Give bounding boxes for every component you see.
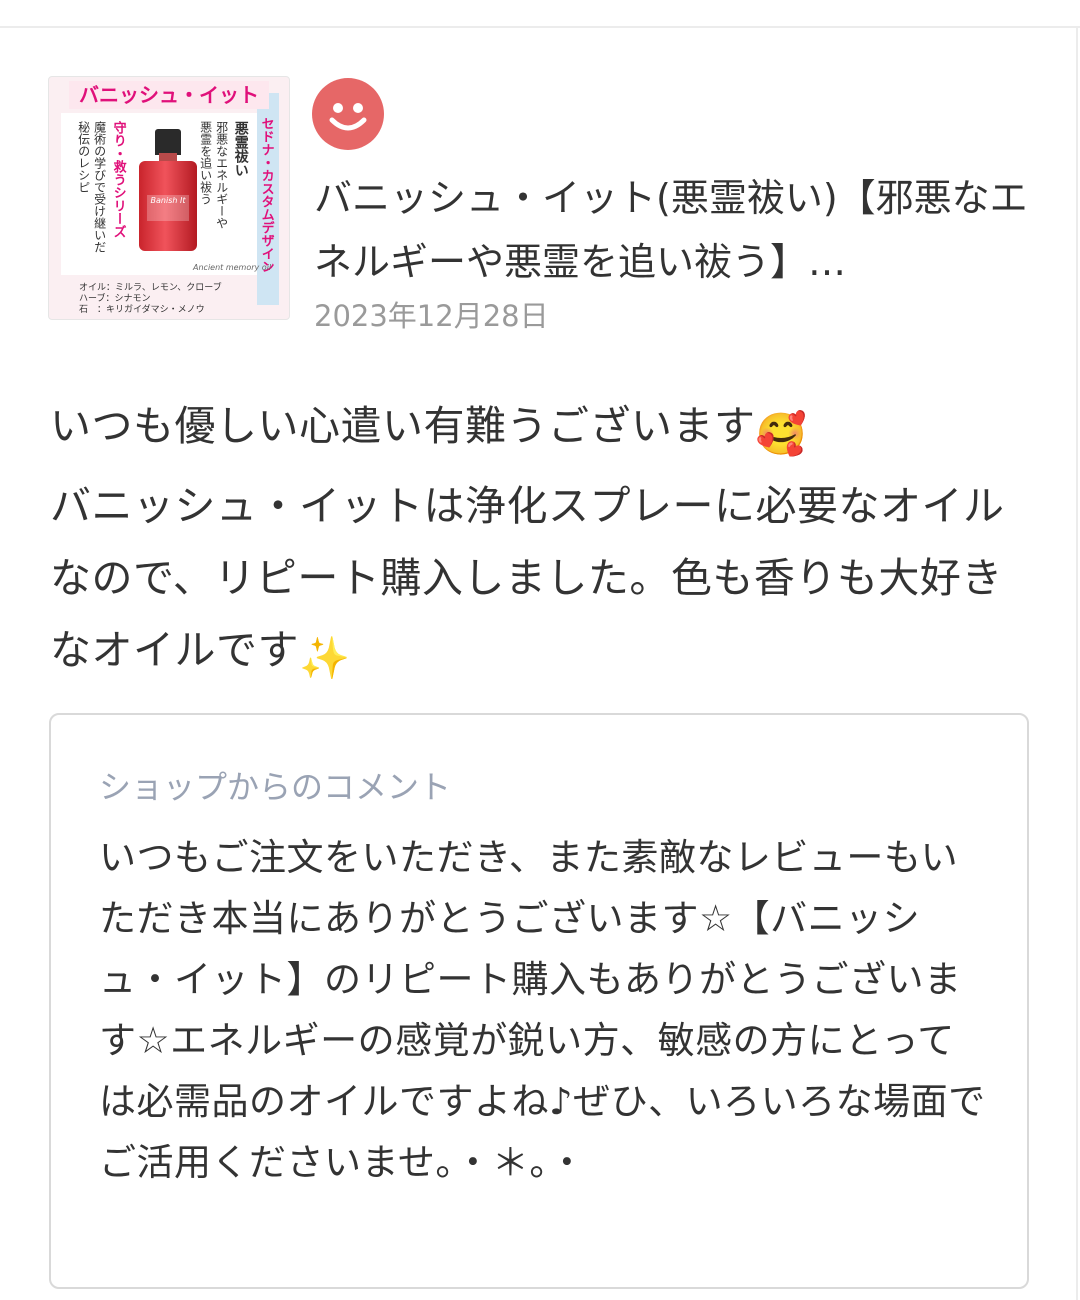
shop-comment-text: いつもご注文をいただき、また素敵なレビューもいただき本当にありがとうございます☆…: [99, 836, 986, 1184]
thumbnail-desc-line4: 秘伝のレシピ: [76, 121, 91, 193]
review-text-body: バニッシュ・イットは浄化スプレーに必要なオイルなので、リピート購入しました。色も…: [50, 482, 1005, 674]
thumbnail-ingredients: オイル：ミルラ、レモン、クローブ ハーブ：シナモン 石 ：キリガイダマシ・メノウ: [79, 283, 222, 316]
thumbnail-design-label: セドナ・カスタムデザイン: [258, 117, 274, 273]
reviewer-avatar: [312, 78, 384, 150]
thumbnail-series: 守り・救うシリーズ: [110, 121, 126, 238]
review-text: いつも優しい心遣い有難うございます🥰 バニッシュ・イットは浄化スプレーに必要なオイ…: [50, 390, 1040, 694]
thumbnail-banner: バニッシュ・イット: [69, 81, 269, 109]
review-text-line1: いつも優しい心遣い有難うございます: [50, 402, 756, 450]
thumbnail-desc-line1: 邪悪なエネルギーや: [214, 121, 229, 229]
ingredients-herb: ハーブ：シナモン: [79, 294, 151, 304]
thumbnail-desc-line3: 魔術の学びで受け継いだ: [92, 121, 107, 253]
bottle-label: Banish It: [147, 195, 189, 221]
thumbnail-signature: Ancient memory oil: [193, 263, 272, 272]
right-edge-divider: [1076, 26, 1078, 1300]
smiley-face-icon: [329, 103, 367, 131]
oil-bottle-image: Banish It: [139, 129, 197, 253]
product-thumbnail[interactable]: バニッシュ・イット セドナ・カスタムデザイン 悪霊祓い 邪悪なエネルギーや 悪霊…: [48, 76, 290, 320]
thumbnail-name: 悪霊祓い: [232, 121, 249, 177]
thumbnail-desc-line2: 悪霊を追い祓う: [198, 121, 213, 205]
shop-comment-box: ショップからのコメント いつもご注文をいただき、また素敵なレビューもいただき本当…: [49, 713, 1029, 1289]
ingredients-stone: 石 ：キリガイダマシ・メノウ: [79, 305, 205, 315]
review-date: 2023年12月28日: [314, 299, 549, 333]
shop-comment-label: ショップからのコメント: [99, 768, 452, 806]
smiling-face-with-hearts-emoji: 🥰: [755, 410, 808, 458]
ingredients-oil: オイル：ミルラ、レモン、クローブ: [79, 283, 222, 293]
sparkles-emoji: ✨: [299, 634, 351, 682]
top-divider: [0, 26, 1080, 28]
product-title[interactable]: バニッシュ・イット(悪霊祓い)【邪悪なエネルギーや悪霊を追い祓う】…: [314, 166, 1034, 294]
